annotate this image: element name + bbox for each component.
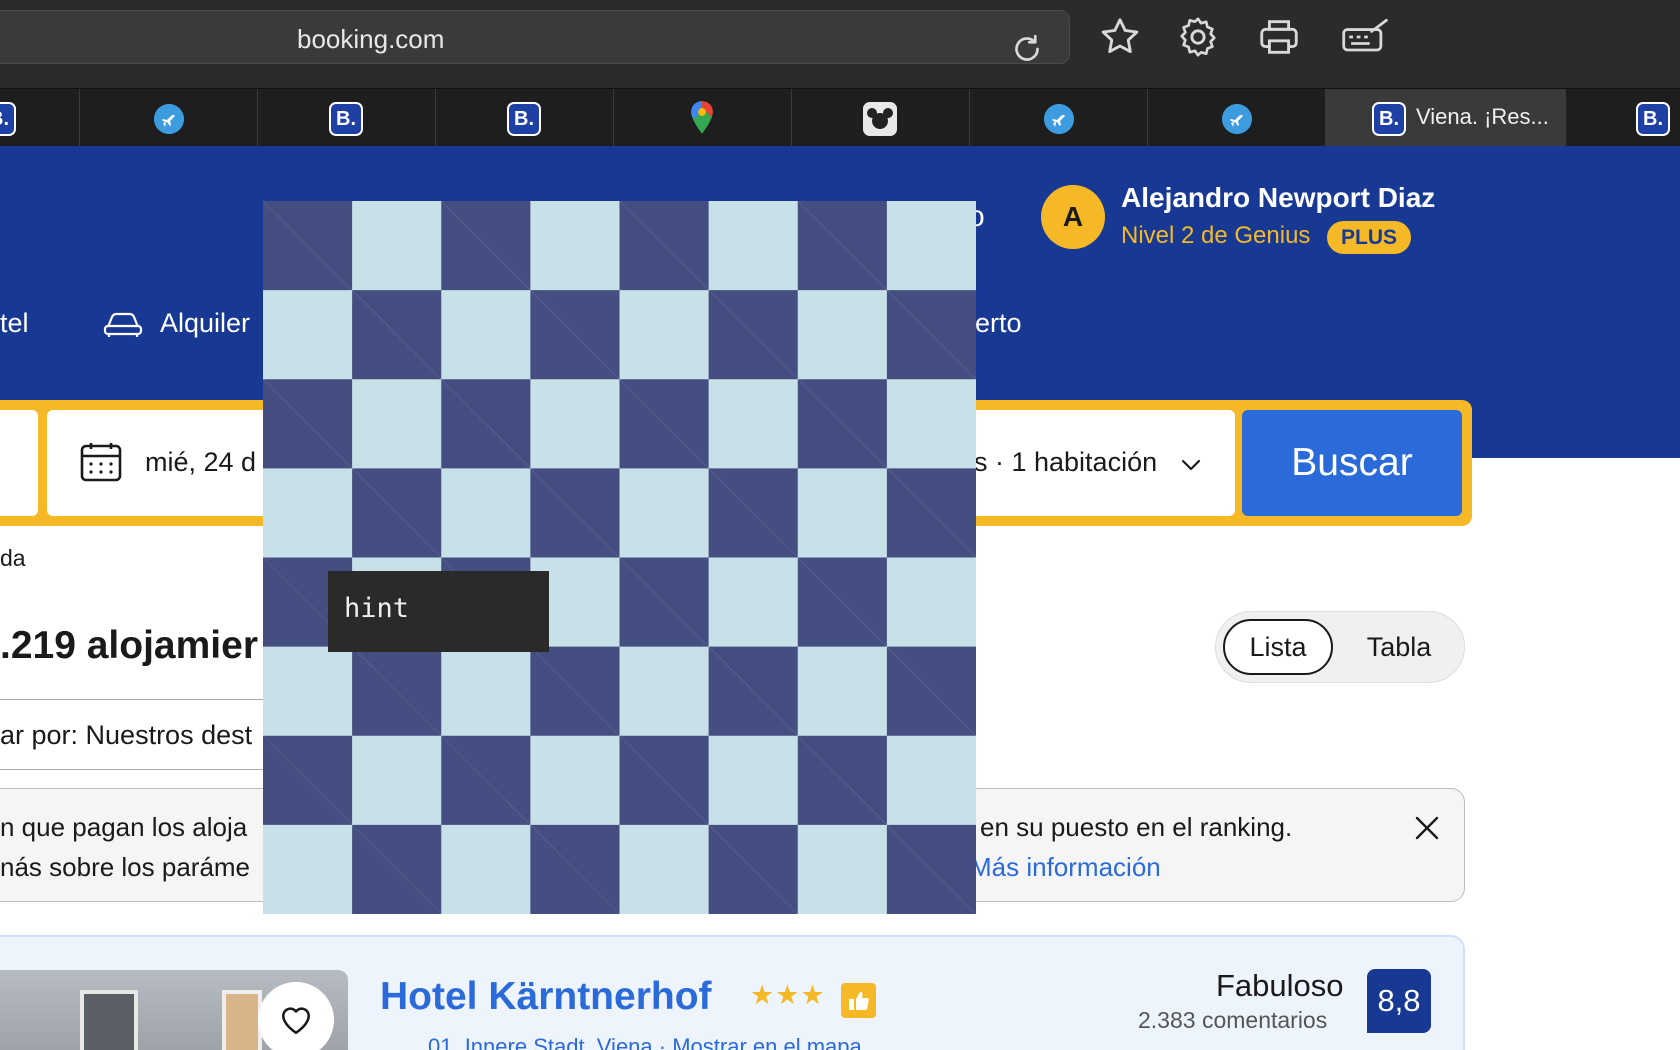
nav-item-stays[interactable]: tel — [0, 308, 29, 339]
booking-icon: B. — [329, 102, 363, 136]
keyboard-edit-icon[interactable] — [1340, 14, 1392, 60]
date-value: mié, 24 d — [145, 447, 257, 477]
avatar[interactable]: A — [1041, 185, 1105, 249]
tab[interactable]: B. — [258, 89, 436, 146]
search-button[interactable]: Buscar — [1242, 410, 1462, 516]
tab[interactable] — [792, 89, 970, 146]
settings-gear-icon[interactable] — [1175, 14, 1221, 60]
breadcrumb[interactable]: da — [0, 545, 26, 572]
nav-item-airport-taxi[interactable]: erto — [975, 308, 1022, 339]
more-info-link[interactable]: Más información — [970, 852, 1161, 883]
bookmark-star-icon[interactable] — [1097, 14, 1143, 60]
heart-icon — [281, 1007, 311, 1035]
star-rating: ★★★ — [750, 980, 826, 1010]
notice-text: en su puesto en el ranking. — [980, 812, 1293, 842]
airplane-icon — [1044, 104, 1074, 134]
user-name[interactable]: Alejandro Newport Diaz — [1121, 182, 1435, 214]
address-bar[interactable]: booking.com — [0, 10, 1070, 64]
notice-text: n que pagan los aloja — [0, 812, 248, 842]
reload-icon[interactable] — [1009, 31, 1045, 67]
booking-icon: B. — [1372, 102, 1406, 136]
thumbs-up-icon — [841, 983, 876, 1018]
tab-active[interactable]: B. Viena. ¡Res... — [1326, 89, 1566, 146]
calendar-icon — [80, 443, 122, 482]
hotel-location[interactable]: 01. Innere Stadt, Viena · Mostrar en el … — [428, 1034, 862, 1050]
sort-dropdown[interactable]: ar por: Nuestros dest — [0, 720, 252, 751]
list-view-button[interactable]: Lista — [1223, 619, 1333, 675]
tab-title: Viena. ¡Res... — [1416, 104, 1549, 129]
grid-view-button[interactable]: Tabla — [1340, 619, 1458, 675]
tab[interactable] — [970, 89, 1148, 146]
plus-badge: PLUS — [1327, 221, 1412, 254]
hotel-name[interactable]: Hotel Kärntnerhof — [380, 975, 712, 1019]
tab-strip: B. B. B. — [0, 88, 1680, 146]
booking-icon: B. — [1636, 102, 1670, 136]
rating-label: Fabuloso — [1216, 968, 1344, 1003]
tab[interactable]: B. — [0, 89, 80, 146]
google-maps-icon — [691, 101, 713, 134]
nav-item-label: Alquiler — [160, 308, 251, 338]
tab[interactable] — [1148, 89, 1326, 146]
tab[interactable] — [80, 89, 258, 146]
guests-value: s · 1 habitación — [974, 447, 1158, 477]
tab[interactable]: B. — [1566, 89, 1680, 146]
review-count: 2.383 comentarios — [1138, 1007, 1328, 1033]
url-text: booking.com — [297, 24, 445, 54]
hint-label: hint — [328, 571, 549, 652]
close-icon[interactable] — [1412, 813, 1442, 843]
airplane-icon — [1222, 104, 1252, 134]
save-favorite-button[interactable] — [258, 982, 334, 1050]
airplane-icon — [154, 104, 184, 134]
print-icon[interactable] — [1256, 14, 1302, 60]
booking-icon: B. — [507, 102, 541, 136]
tab[interactable]: B. — [436, 89, 614, 146]
car-icon — [103, 312, 143, 337]
notice-text: nás sobre los paráme — [0, 852, 251, 882]
tab[interactable] — [614, 89, 792, 146]
browser-toolbar: booking.com — [0, 0, 1680, 88]
checkerboard-overlay — [263, 201, 976, 914]
genius-level: Nivel 2 de Genius — [1121, 222, 1311, 249]
divider — [0, 769, 270, 770]
booking-icon: B. — [0, 102, 16, 136]
results-count: .219 alojamier — [0, 624, 258, 667]
review-score: 8,8 — [1367, 969, 1431, 1033]
chevron-down-icon — [1181, 459, 1201, 471]
divider — [0, 699, 270, 700]
nav-item-car-rental[interactable]: Alquiler — [102, 308, 250, 339]
mickey-icon — [863, 102, 897, 136]
destination-field[interactable] — [0, 410, 38, 516]
